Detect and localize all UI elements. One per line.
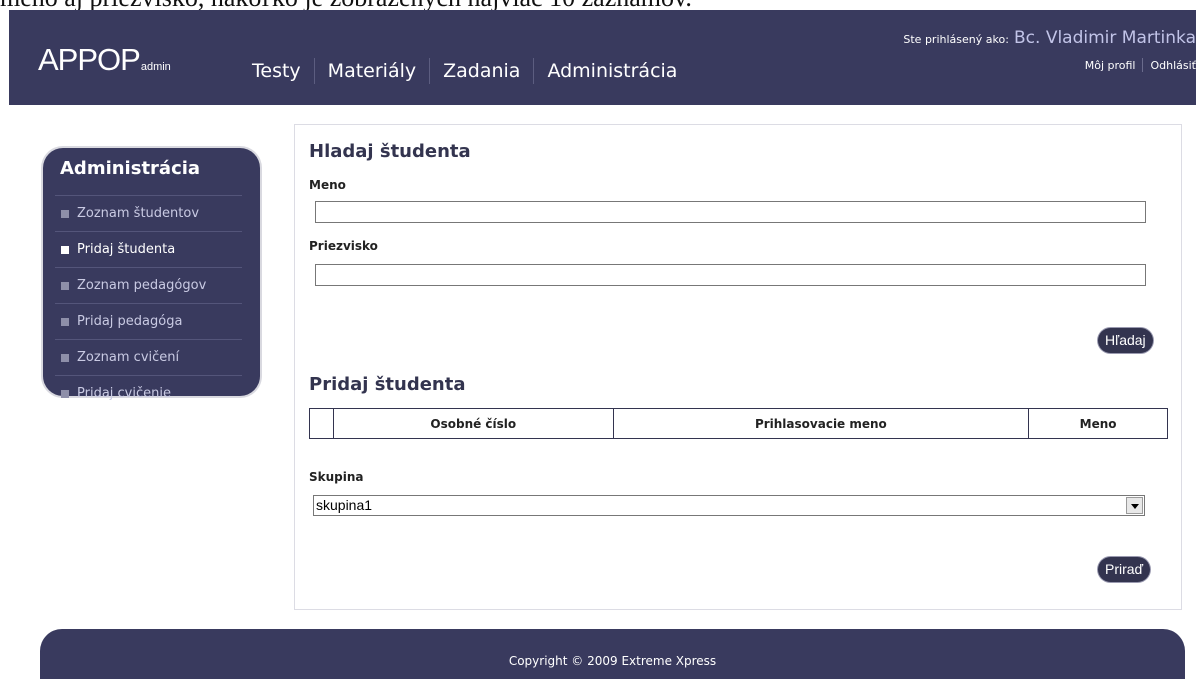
profile-link[interactable]: Môj profil bbox=[1078, 59, 1143, 72]
sidebar-item-label: Pridaj pedagóga bbox=[77, 314, 183, 329]
logo-text: APPOP bbox=[38, 42, 141, 77]
logout-link[interactable]: Odhlásiť bbox=[1143, 59, 1196, 72]
bullet-icon bbox=[61, 353, 69, 362]
document-caption: meno aj priezvisko, nakoľko je zobrazený… bbox=[0, 0, 1196, 10]
group-select-value: skupina1 bbox=[316, 497, 373, 513]
footer: Copyright © 2009 Extreme Xpress bbox=[40, 629, 1185, 679]
sidebar-item-pridaj-studenta[interactable]: Pridaj študenta bbox=[55, 231, 242, 267]
bullet-icon bbox=[61, 209, 69, 218]
assign-button[interactable]: Priraď bbox=[1098, 557, 1151, 582]
first-name-input[interactable] bbox=[315, 201, 1146, 223]
sidebar-item-label: Zoznam pedagógov bbox=[77, 278, 207, 293]
logo-subtext: admin bbox=[140, 61, 171, 73]
group-label: Skupina bbox=[309, 470, 364, 484]
nav-materialy[interactable]: Materiály bbox=[315, 60, 429, 82]
app-logo[interactable]: APPOPadmin bbox=[38, 42, 171, 78]
last-name-label: Priezvisko bbox=[309, 239, 378, 253]
bullet-icon bbox=[61, 281, 69, 290]
group-select[interactable]: skupina1 bbox=[313, 495, 1145, 516]
login-info: Ste prihlásený ako: Bc. Vladimir Martink… bbox=[903, 28, 1196, 48]
login-label: Ste prihlásený ako: bbox=[903, 33, 1009, 46]
logged-user-name: Bc. Vladimir Martinka bbox=[1014, 28, 1196, 48]
user-links: Môj profil Odhlásiť bbox=[1078, 58, 1196, 72]
sidebar-menu: Zoznam študentov Pridaj študenta Zoznam … bbox=[55, 195, 242, 411]
nav-administracia[interactable]: Administrácia bbox=[534, 60, 690, 82]
select-column-header bbox=[309, 408, 334, 439]
dropdown-arrow-icon[interactable] bbox=[1126, 497, 1143, 514]
sidebar-item-zoznam-studentov[interactable]: Zoznam študentov bbox=[55, 195, 242, 231]
search-section-title: Hladaj študenta bbox=[309, 141, 471, 162]
sidebar-item-label: Pridaj cvičenie bbox=[77, 386, 171, 401]
sidebar-item-label: Zoznam študentov bbox=[77, 206, 200, 221]
sidebar-item-pridaj-cvicenie[interactable]: Pridaj cvičenie bbox=[55, 375, 242, 411]
sidebar-item-label: Zoznam cvičení bbox=[77, 350, 180, 365]
nav-testy[interactable]: Testy bbox=[252, 60, 314, 82]
nav-zadania[interactable]: Zadania bbox=[430, 60, 533, 82]
bullet-icon bbox=[61, 389, 69, 398]
student-table: Osobné číslo Prihlasovacie meno Meno bbox=[309, 408, 1168, 439]
sidebar-item-pridaj-pedagoga[interactable]: Pridaj pedagóga bbox=[55, 303, 242, 339]
column-header-prihlasovacie-meno[interactable]: Prihlasovacie meno bbox=[612, 408, 1030, 439]
sidebar-item-label: Pridaj študenta bbox=[77, 242, 176, 257]
sidebar-item-zoznam-pedagogov[interactable]: Zoznam pedagógov bbox=[55, 267, 242, 303]
header-bar: APPOPadmin Testy Materiály Zadania Admin… bbox=[9, 10, 1196, 105]
bullet-icon bbox=[61, 245, 69, 254]
last-name-input[interactable] bbox=[315, 264, 1146, 286]
main-navigation: Testy Materiály Zadania Administrácia bbox=[252, 58, 690, 84]
column-header-osobne-cislo[interactable]: Osobné číslo bbox=[332, 408, 614, 439]
first-name-label: Meno bbox=[309, 178, 346, 192]
table-header-row: Osobné číslo Prihlasovacie meno Meno bbox=[309, 408, 1168, 439]
search-button[interactable]: Hľadaj bbox=[1098, 328, 1153, 353]
sidebar-item-zoznam-cviceni[interactable]: Zoznam cvičení bbox=[55, 339, 242, 375]
main-content: Hladaj študenta Meno Priezvisko Hľadaj P… bbox=[294, 124, 1182, 610]
add-section-title: Pridaj študenta bbox=[309, 374, 466, 395]
bullet-icon bbox=[61, 317, 69, 326]
column-header-meno[interactable]: Meno bbox=[1028, 408, 1168, 439]
copyright-text: Copyright © 2009 Extreme Xpress bbox=[508, 654, 717, 668]
sidebar: Administrácia Zoznam študentov Pridaj št… bbox=[43, 148, 260, 401]
sidebar-title: Administrácia bbox=[60, 158, 201, 179]
